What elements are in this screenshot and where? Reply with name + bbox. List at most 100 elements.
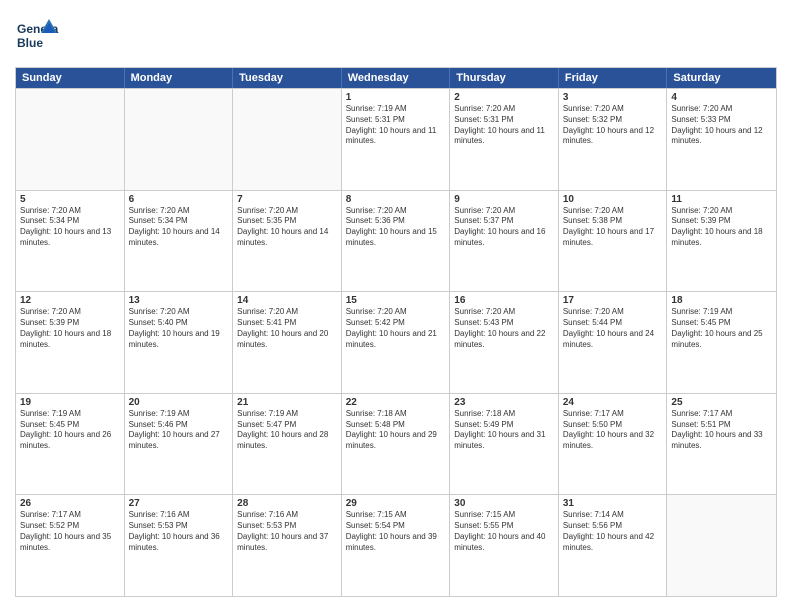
cell-info: Sunrise: 7:17 AMSunset: 5:50 PMDaylight:… [563, 409, 663, 452]
day-number: 13 [129, 295, 229, 306]
day-of-week-header: Sunday [16, 68, 125, 88]
cell-info: Sunrise: 7:20 AMSunset: 5:41 PMDaylight:… [237, 307, 337, 350]
calendar-cell: 27 Sunrise: 7:16 AMSunset: 5:53 PMDaylig… [125, 495, 234, 596]
calendar-cell: 26 Sunrise: 7:17 AMSunset: 5:52 PMDaylig… [16, 495, 125, 596]
calendar: SundayMondayTuesdayWednesdayThursdayFrid… [15, 67, 777, 597]
cell-info: Sunrise: 7:20 AMSunset: 5:39 PMDaylight:… [671, 206, 772, 249]
cell-info: Sunrise: 7:20 AMSunset: 5:34 PMDaylight:… [20, 206, 120, 249]
calendar-cell: 3 Sunrise: 7:20 AMSunset: 5:32 PMDayligh… [559, 89, 668, 190]
day-of-week-header: Saturday [667, 68, 776, 88]
calendar-cell: 30 Sunrise: 7:15 AMSunset: 5:55 PMDaylig… [450, 495, 559, 596]
day-number: 22 [346, 397, 446, 408]
calendar-cell: 18 Sunrise: 7:19 AMSunset: 5:45 PMDaylig… [667, 292, 776, 393]
calendar-row: 19 Sunrise: 7:19 AMSunset: 5:45 PMDaylig… [16, 393, 776, 495]
calendar-cell: 5 Sunrise: 7:20 AMSunset: 5:34 PMDayligh… [16, 191, 125, 292]
day-number: 30 [454, 498, 554, 509]
cell-info: Sunrise: 7:20 AMSunset: 5:44 PMDaylight:… [563, 307, 663, 350]
calendar-cell: 25 Sunrise: 7:17 AMSunset: 5:51 PMDaylig… [667, 394, 776, 495]
day-number: 20 [129, 397, 229, 408]
day-number: 15 [346, 295, 446, 306]
calendar-body: 1 Sunrise: 7:19 AMSunset: 5:31 PMDayligh… [16, 88, 776, 596]
cell-info: Sunrise: 7:20 AMSunset: 5:39 PMDaylight:… [20, 307, 120, 350]
calendar-header: SundayMondayTuesdayWednesdayThursdayFrid… [16, 68, 776, 88]
logo: General Blue [15, 15, 59, 59]
day-number: 10 [563, 194, 663, 205]
calendar-row: 5 Sunrise: 7:20 AMSunset: 5:34 PMDayligh… [16, 190, 776, 292]
cell-info: Sunrise: 7:19 AMSunset: 5:47 PMDaylight:… [237, 409, 337, 452]
calendar-cell: 2 Sunrise: 7:20 AMSunset: 5:31 PMDayligh… [450, 89, 559, 190]
day-number: 11 [671, 194, 772, 205]
calendar-cell: 13 Sunrise: 7:20 AMSunset: 5:40 PMDaylig… [125, 292, 234, 393]
day-number: 3 [563, 92, 663, 103]
day-number: 4 [671, 92, 772, 103]
cell-info: Sunrise: 7:20 AMSunset: 5:33 PMDaylight:… [671, 104, 772, 147]
svg-text:Blue: Blue [17, 36, 43, 50]
day-number: 14 [237, 295, 337, 306]
calendar-cell: 9 Sunrise: 7:20 AMSunset: 5:37 PMDayligh… [450, 191, 559, 292]
calendar-cell [233, 89, 342, 190]
calendar-cell: 15 Sunrise: 7:20 AMSunset: 5:42 PMDaylig… [342, 292, 451, 393]
cell-info: Sunrise: 7:19 AMSunset: 5:31 PMDaylight:… [346, 104, 446, 147]
cell-info: Sunrise: 7:20 AMSunset: 5:40 PMDaylight:… [129, 307, 229, 350]
calendar-cell: 22 Sunrise: 7:18 AMSunset: 5:48 PMDaylig… [342, 394, 451, 495]
calendar-cell [667, 495, 776, 596]
day-number: 19 [20, 397, 120, 408]
day-number: 12 [20, 295, 120, 306]
cell-info: Sunrise: 7:20 AMSunset: 5:35 PMDaylight:… [237, 206, 337, 249]
cell-info: Sunrise: 7:20 AMSunset: 5:37 PMDaylight:… [454, 206, 554, 249]
day-number: 9 [454, 194, 554, 205]
cell-info: Sunrise: 7:16 AMSunset: 5:53 PMDaylight:… [237, 510, 337, 553]
day-of-week-header: Monday [125, 68, 234, 88]
calendar-cell: 4 Sunrise: 7:20 AMSunset: 5:33 PMDayligh… [667, 89, 776, 190]
calendar-cell: 1 Sunrise: 7:19 AMSunset: 5:31 PMDayligh… [342, 89, 451, 190]
calendar-cell: 21 Sunrise: 7:19 AMSunset: 5:47 PMDaylig… [233, 394, 342, 495]
calendar-cell: 19 Sunrise: 7:19 AMSunset: 5:45 PMDaylig… [16, 394, 125, 495]
cell-info: Sunrise: 7:15 AMSunset: 5:54 PMDaylight:… [346, 510, 446, 553]
calendar-row: 1 Sunrise: 7:19 AMSunset: 5:31 PMDayligh… [16, 88, 776, 190]
cell-info: Sunrise: 7:17 AMSunset: 5:52 PMDaylight:… [20, 510, 120, 553]
calendar-cell: 7 Sunrise: 7:20 AMSunset: 5:35 PMDayligh… [233, 191, 342, 292]
day-of-week-header: Friday [559, 68, 668, 88]
calendar-cell: 20 Sunrise: 7:19 AMSunset: 5:46 PMDaylig… [125, 394, 234, 495]
day-number: 6 [129, 194, 229, 205]
day-number: 31 [563, 498, 663, 509]
calendar-cell [16, 89, 125, 190]
day-number: 18 [671, 295, 772, 306]
day-number: 23 [454, 397, 554, 408]
cell-info: Sunrise: 7:20 AMSunset: 5:43 PMDaylight:… [454, 307, 554, 350]
day-number: 17 [563, 295, 663, 306]
cell-info: Sunrise: 7:18 AMSunset: 5:49 PMDaylight:… [454, 409, 554, 452]
cell-info: Sunrise: 7:20 AMSunset: 5:42 PMDaylight:… [346, 307, 446, 350]
cell-info: Sunrise: 7:17 AMSunset: 5:51 PMDaylight:… [671, 409, 772, 452]
calendar-cell: 14 Sunrise: 7:20 AMSunset: 5:41 PMDaylig… [233, 292, 342, 393]
day-of-week-header: Tuesday [233, 68, 342, 88]
cell-info: Sunrise: 7:14 AMSunset: 5:56 PMDaylight:… [563, 510, 663, 553]
calendar-row: 12 Sunrise: 7:20 AMSunset: 5:39 PMDaylig… [16, 291, 776, 393]
calendar-cell [125, 89, 234, 190]
header: General Blue [15, 15, 777, 59]
day-number: 28 [237, 498, 337, 509]
calendar-cell: 17 Sunrise: 7:20 AMSunset: 5:44 PMDaylig… [559, 292, 668, 393]
calendar-row: 26 Sunrise: 7:17 AMSunset: 5:52 PMDaylig… [16, 494, 776, 596]
cell-info: Sunrise: 7:18 AMSunset: 5:48 PMDaylight:… [346, 409, 446, 452]
calendar-cell: 23 Sunrise: 7:18 AMSunset: 5:49 PMDaylig… [450, 394, 559, 495]
calendar-cell: 11 Sunrise: 7:20 AMSunset: 5:39 PMDaylig… [667, 191, 776, 292]
calendar-cell: 31 Sunrise: 7:14 AMSunset: 5:56 PMDaylig… [559, 495, 668, 596]
cell-info: Sunrise: 7:20 AMSunset: 5:32 PMDaylight:… [563, 104, 663, 147]
cell-info: Sunrise: 7:19 AMSunset: 5:46 PMDaylight:… [129, 409, 229, 452]
calendar-cell: 6 Sunrise: 7:20 AMSunset: 5:34 PMDayligh… [125, 191, 234, 292]
calendar-cell: 8 Sunrise: 7:20 AMSunset: 5:36 PMDayligh… [342, 191, 451, 292]
day-number: 5 [20, 194, 120, 205]
day-number: 25 [671, 397, 772, 408]
logo-svg: General Blue [15, 15, 59, 59]
cell-info: Sunrise: 7:20 AMSunset: 5:34 PMDaylight:… [129, 206, 229, 249]
calendar-cell: 12 Sunrise: 7:20 AMSunset: 5:39 PMDaylig… [16, 292, 125, 393]
day-number: 29 [346, 498, 446, 509]
cell-info: Sunrise: 7:20 AMSunset: 5:31 PMDaylight:… [454, 104, 554, 147]
calendar-cell: 10 Sunrise: 7:20 AMSunset: 5:38 PMDaylig… [559, 191, 668, 292]
calendar-cell: 24 Sunrise: 7:17 AMSunset: 5:50 PMDaylig… [559, 394, 668, 495]
day-number: 24 [563, 397, 663, 408]
day-number: 16 [454, 295, 554, 306]
day-number: 8 [346, 194, 446, 205]
cell-info: Sunrise: 7:20 AMSunset: 5:38 PMDaylight:… [563, 206, 663, 249]
